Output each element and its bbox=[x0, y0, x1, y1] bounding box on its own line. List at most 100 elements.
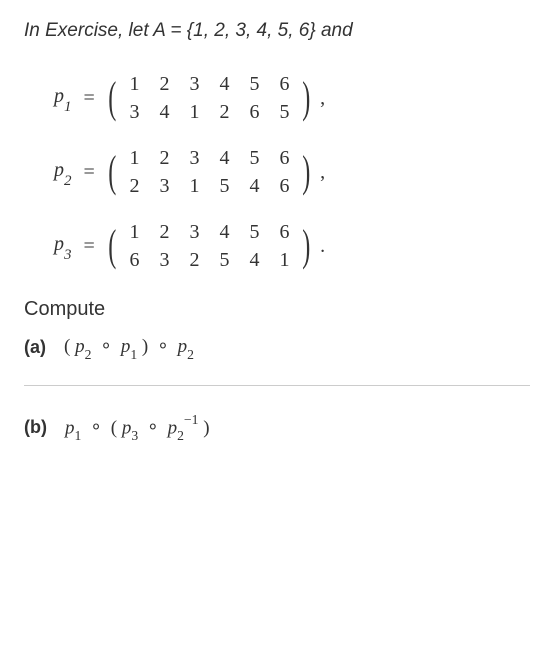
cell: 3 bbox=[179, 144, 209, 172]
cell: 6 bbox=[269, 144, 299, 172]
cell: 5 bbox=[269, 98, 299, 126]
cell: 5 bbox=[239, 218, 269, 246]
cell: 4 bbox=[209, 144, 239, 172]
var-p: p bbox=[168, 417, 178, 438]
rparen: ) bbox=[142, 336, 148, 357]
compute-heading: Compute bbox=[24, 298, 530, 321]
p1-sub: 1 bbox=[64, 99, 72, 115]
cell: 2 bbox=[119, 172, 149, 200]
p3-bottom-row: 6 3 2 5 4 1 bbox=[119, 246, 299, 274]
sub: 2 bbox=[187, 347, 194, 362]
compose-icon: ∘ bbox=[147, 417, 159, 438]
cell: 1 bbox=[119, 70, 149, 98]
p1-name: p1 bbox=[54, 85, 72, 112]
rparen: ) bbox=[203, 417, 209, 438]
cell: 4 bbox=[209, 70, 239, 98]
cell: 6 bbox=[269, 172, 299, 200]
cell: 2 bbox=[149, 218, 179, 246]
cell: 1 bbox=[269, 246, 299, 274]
p2-letter: p bbox=[54, 159, 64, 181]
p2-matrix: ( 1 2 3 4 5 6 2 3 1 5 4 6 ) bbox=[105, 144, 314, 200]
cell: 3 bbox=[179, 218, 209, 246]
p2-sub: 2 bbox=[64, 173, 72, 189]
lparen: ( bbox=[64, 336, 70, 357]
left-paren: ( bbox=[108, 154, 116, 189]
p1-matrix-body: 1 2 3 4 5 6 3 4 1 2 6 5 bbox=[119, 70, 299, 126]
p2-bottom-row: 2 3 1 5 4 6 bbox=[119, 172, 299, 200]
cell: 6 bbox=[269, 70, 299, 98]
sub: 1 bbox=[130, 347, 137, 362]
p2-matrix-body: 1 2 3 4 5 6 2 3 1 5 4 6 bbox=[119, 144, 299, 200]
cell: 2 bbox=[149, 70, 179, 98]
cell: 6 bbox=[239, 98, 269, 126]
p3-letter: p bbox=[54, 233, 64, 255]
cell: 4 bbox=[239, 172, 269, 200]
equals-sign: = bbox=[84, 235, 95, 258]
divider bbox=[24, 385, 530, 386]
compose-icon: ∘ bbox=[157, 336, 169, 357]
left-paren: ( bbox=[108, 228, 116, 263]
var-p: p bbox=[178, 336, 188, 357]
inverse-sup: −1 bbox=[184, 412, 199, 427]
part-b-expression: p1 ∘ ( p3 ∘ p2−1 ) bbox=[65, 414, 210, 442]
cell: 5 bbox=[239, 144, 269, 172]
sub: 2 bbox=[85, 347, 92, 362]
sub: 2 bbox=[177, 428, 184, 443]
sub: 3 bbox=[131, 428, 138, 443]
p3-name: p3 bbox=[54, 233, 72, 260]
cell: 4 bbox=[209, 218, 239, 246]
p1-bottom-row: 3 4 1 2 6 5 bbox=[119, 98, 299, 126]
exercise-intro: In Exercise, let A = {1, 2, 3, 4, 5, 6} … bbox=[24, 20, 530, 42]
p1-top-row: 1 2 3 4 5 6 bbox=[119, 70, 299, 98]
var-p: p bbox=[121, 336, 131, 357]
cell: 5 bbox=[209, 246, 239, 274]
cell: 5 bbox=[209, 172, 239, 200]
trailing-punct: . bbox=[320, 235, 325, 258]
p3-matrix: ( 1 2 3 4 5 6 6 3 2 5 4 1 ) bbox=[105, 218, 314, 274]
cell: 4 bbox=[149, 98, 179, 126]
cell: 1 bbox=[179, 172, 209, 200]
cell: 2 bbox=[149, 144, 179, 172]
part-a: (a) ( p2 ∘ p1 ) ∘ p2 bbox=[24, 335, 530, 361]
cell: 1 bbox=[179, 98, 209, 126]
cell: 1 bbox=[119, 144, 149, 172]
p1-letter: p bbox=[54, 85, 64, 107]
permutation-p1: p1 = ( 1 2 3 4 5 6 3 4 1 2 6 5 ) , bbox=[54, 70, 530, 126]
lparen: ( bbox=[111, 417, 117, 438]
var-p: p bbox=[75, 336, 85, 357]
var-p: p bbox=[122, 417, 132, 438]
permutation-p2: p2 = ( 1 2 3 4 5 6 2 3 1 5 4 6 ) , bbox=[54, 144, 530, 200]
compose-icon: ∘ bbox=[90, 417, 102, 438]
permutation-p3: p3 = ( 1 2 3 4 5 6 6 3 2 5 4 1 ) . bbox=[54, 218, 530, 274]
compose-icon: ∘ bbox=[100, 336, 112, 357]
cell: 3 bbox=[119, 98, 149, 126]
right-paren: ) bbox=[303, 228, 311, 263]
part-b: (b) p1 ∘ ( p3 ∘ p2−1 ) bbox=[24, 414, 530, 442]
right-paren: ) bbox=[303, 154, 311, 189]
trailing-punct: , bbox=[320, 161, 325, 184]
part-a-expression: ( p2 ∘ p1 ) ∘ p2 bbox=[64, 335, 194, 361]
left-paren: ( bbox=[108, 80, 116, 115]
cell: 2 bbox=[179, 246, 209, 274]
trailing-punct: , bbox=[320, 87, 325, 110]
p3-sub: 3 bbox=[64, 247, 72, 263]
cell: 4 bbox=[239, 246, 269, 274]
cell: 2 bbox=[209, 98, 239, 126]
cell: 6 bbox=[119, 246, 149, 274]
part-b-label: (b) bbox=[24, 417, 47, 438]
p2-name: p2 bbox=[54, 159, 72, 186]
cell: 6 bbox=[269, 218, 299, 246]
p1-matrix: ( 1 2 3 4 5 6 3 4 1 2 6 5 ) bbox=[105, 70, 314, 126]
cell: 3 bbox=[149, 246, 179, 274]
equals-sign: = bbox=[84, 161, 95, 184]
cell: 3 bbox=[149, 172, 179, 200]
right-paren: ) bbox=[303, 80, 311, 115]
p3-matrix-body: 1 2 3 4 5 6 6 3 2 5 4 1 bbox=[119, 218, 299, 274]
cell: 3 bbox=[179, 70, 209, 98]
p3-top-row: 1 2 3 4 5 6 bbox=[119, 218, 299, 246]
p2-top-row: 1 2 3 4 5 6 bbox=[119, 144, 299, 172]
cell: 1 bbox=[119, 218, 149, 246]
equals-sign: = bbox=[84, 87, 95, 110]
sub: 1 bbox=[74, 428, 81, 443]
cell: 5 bbox=[239, 70, 269, 98]
